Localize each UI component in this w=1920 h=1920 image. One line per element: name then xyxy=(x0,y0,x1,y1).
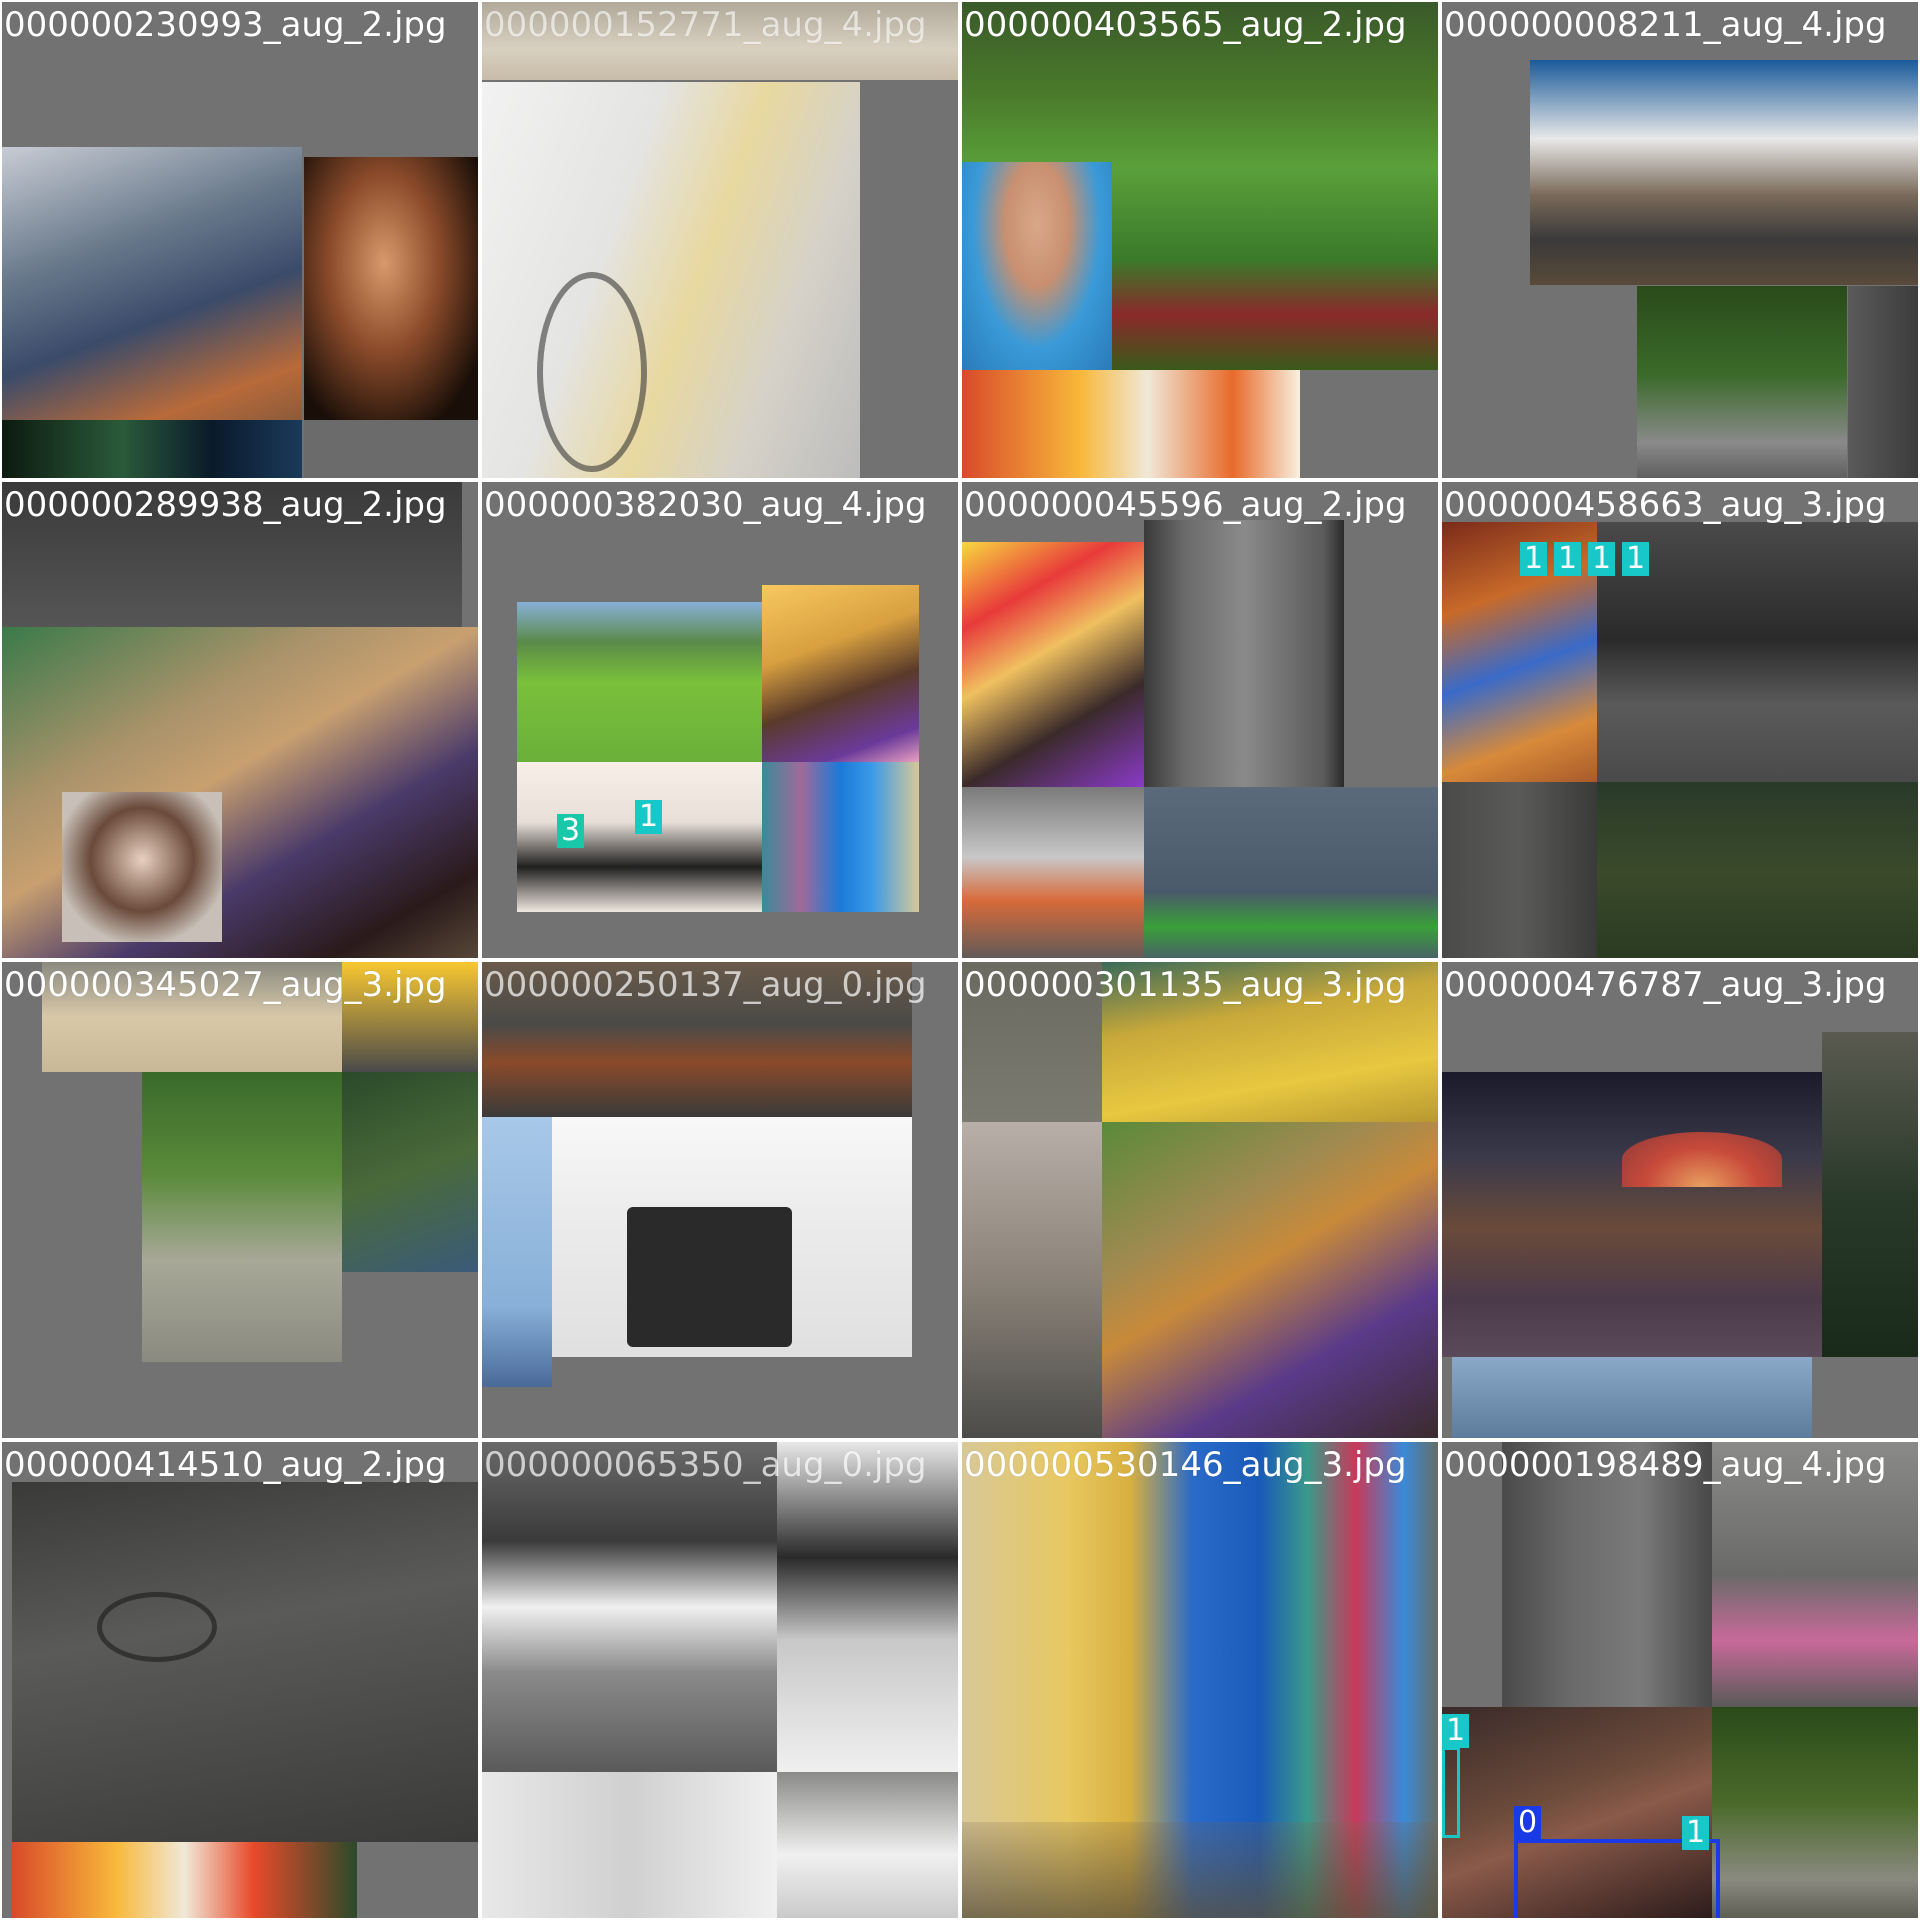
image-tile: 000000414510_aug_2.jpg xyxy=(0,1440,480,1920)
soccer-field-image xyxy=(517,602,762,762)
tile-label: 000000045596_aug_2.jpg xyxy=(964,485,1407,525)
class-tag: 1 xyxy=(1520,542,1548,576)
table-still-life-image xyxy=(1102,1122,1438,1438)
glass-building-image xyxy=(1144,520,1344,787)
detection-box xyxy=(1514,1839,1720,1918)
window-image xyxy=(1848,286,1918,478)
image-tile: 000000230993_aug_2.jpg xyxy=(0,0,480,480)
image-tile: 000000403565_aug_2.jpg xyxy=(960,0,1440,480)
tile-label: 000000403565_aug_2.jpg xyxy=(964,5,1407,45)
image-tile: 000000289938_aug_2.jpg xyxy=(0,480,480,960)
class-tag: 1 xyxy=(1588,542,1616,576)
train-station-image xyxy=(962,787,1144,958)
boat-umbrellas-image xyxy=(482,1442,777,1772)
image-tile: 000000250137_aug_0.jpg xyxy=(480,960,960,1440)
tile-label: 000000250137_aug_0.jpg xyxy=(484,965,927,1005)
image-tile: 000000045596_aug_2.jpg xyxy=(960,480,1440,960)
fallen-bike-image xyxy=(12,1482,478,1842)
pole-image xyxy=(482,1772,777,1918)
mosaic-grid: 000000230993_aug_2.jpg 000000152771_aug_… xyxy=(0,0,1920,1920)
class-tag: 1 xyxy=(1442,1714,1470,1748)
nuts-sign-image xyxy=(962,370,1300,478)
still-life-image xyxy=(962,542,1144,787)
class-tag: 1 xyxy=(1554,542,1582,576)
tile-label: 000000476787_aug_3.jpg xyxy=(1444,965,1887,1005)
tile-label: 000000065350_aug_0.jpg xyxy=(484,1445,927,1485)
sky-image xyxy=(1452,1357,1812,1438)
nuts-sign-image xyxy=(12,1842,357,1918)
portrait-image xyxy=(62,792,222,942)
bike-wheel xyxy=(97,1592,217,1662)
image-tile: 000000301135_aug_3.jpg xyxy=(960,960,1440,1440)
surfboards-image xyxy=(762,762,919,912)
class-tag: 3 xyxy=(557,814,585,848)
tile-label: 000000382030_aug_4.jpg xyxy=(484,485,927,525)
class-tag: 1 xyxy=(1682,1816,1710,1850)
class-tag: 0 xyxy=(1514,1806,1542,1840)
tile-label: 000000008211_aug_4.jpg xyxy=(1444,5,1887,45)
bottle-image xyxy=(1822,1032,1918,1357)
lamp-image xyxy=(304,420,478,478)
image-tile: 000000065350_aug_0.jpg xyxy=(480,1440,960,1920)
food-cart-night-image xyxy=(1442,1072,1822,1357)
tile-label: 000000289938_aug_2.jpg xyxy=(4,485,447,525)
image-tile: 3 1 000000382030_aug_4.jpg xyxy=(480,480,960,960)
tile-label: 000000345027_aug_3.jpg xyxy=(4,965,447,1005)
suitcase-body xyxy=(627,1207,792,1347)
tile-label: 000000230993_aug_2.jpg xyxy=(4,5,447,45)
van-image xyxy=(777,1772,958,1918)
tile-label: 000000530146_aug_3.jpg xyxy=(964,1445,1407,1485)
city-lights-image xyxy=(2,420,302,478)
tile-label: 000000301135_aug_3.jpg xyxy=(964,965,1407,1005)
tile-label: 000000198489_aug_4.jpg xyxy=(1444,1445,1887,1485)
detection-box xyxy=(1442,1747,1460,1838)
image-tile: 000000530146_aug_3.jpg xyxy=(960,1440,1440,1920)
street-scooters-image xyxy=(1530,60,1918,285)
urban-park-image xyxy=(142,1072,342,1362)
umbrella-image xyxy=(304,157,478,422)
stone-building-image xyxy=(1442,782,1597,958)
image-tile: 000000345027_aug_3.jpg xyxy=(0,960,480,1440)
image-tile: 1 0 1 000000198489_aug_4.jpg xyxy=(1440,1440,1920,1920)
umbrella-sky-image xyxy=(482,1117,552,1387)
tile-label: 000000152771_aug_4.jpg xyxy=(484,5,927,45)
train-interior-image xyxy=(482,82,860,478)
child-figure xyxy=(962,162,1112,370)
image-tile: 000000476787_aug_3.jpg xyxy=(1440,960,1920,1440)
image-tile: 000000008211_aug_4.jpg xyxy=(1440,0,1920,480)
class-tag: 1 xyxy=(635,800,663,834)
image-tile: 000000152771_aug_4.jpg xyxy=(480,0,960,480)
street-lamp-image xyxy=(1597,782,1918,958)
bicycle-image xyxy=(537,272,647,472)
food-cart-umbrella xyxy=(1622,1132,1782,1187)
kitchen-image xyxy=(2,147,302,422)
skateboard-image xyxy=(777,1442,958,1772)
slippers-image xyxy=(762,585,919,762)
sand-image xyxy=(962,1822,1438,1918)
image-tile: 1 1 1 1 000000458663_aug_3.jpg xyxy=(1440,480,1920,960)
class-tag: 1 xyxy=(1622,542,1650,576)
crowd-picnic-image xyxy=(342,1072,478,1272)
sea-swimmers-image xyxy=(1144,787,1438,958)
tile-label: 000000458663_aug_3.jpg xyxy=(1444,485,1887,525)
tile-label: 000000414510_aug_2.jpg xyxy=(4,1445,447,1485)
city-street-image xyxy=(962,1122,1102,1438)
tree-street-image xyxy=(1712,1707,1918,1918)
kitchen-counter-image xyxy=(517,762,762,912)
tree-street-image xyxy=(1637,286,1847,478)
